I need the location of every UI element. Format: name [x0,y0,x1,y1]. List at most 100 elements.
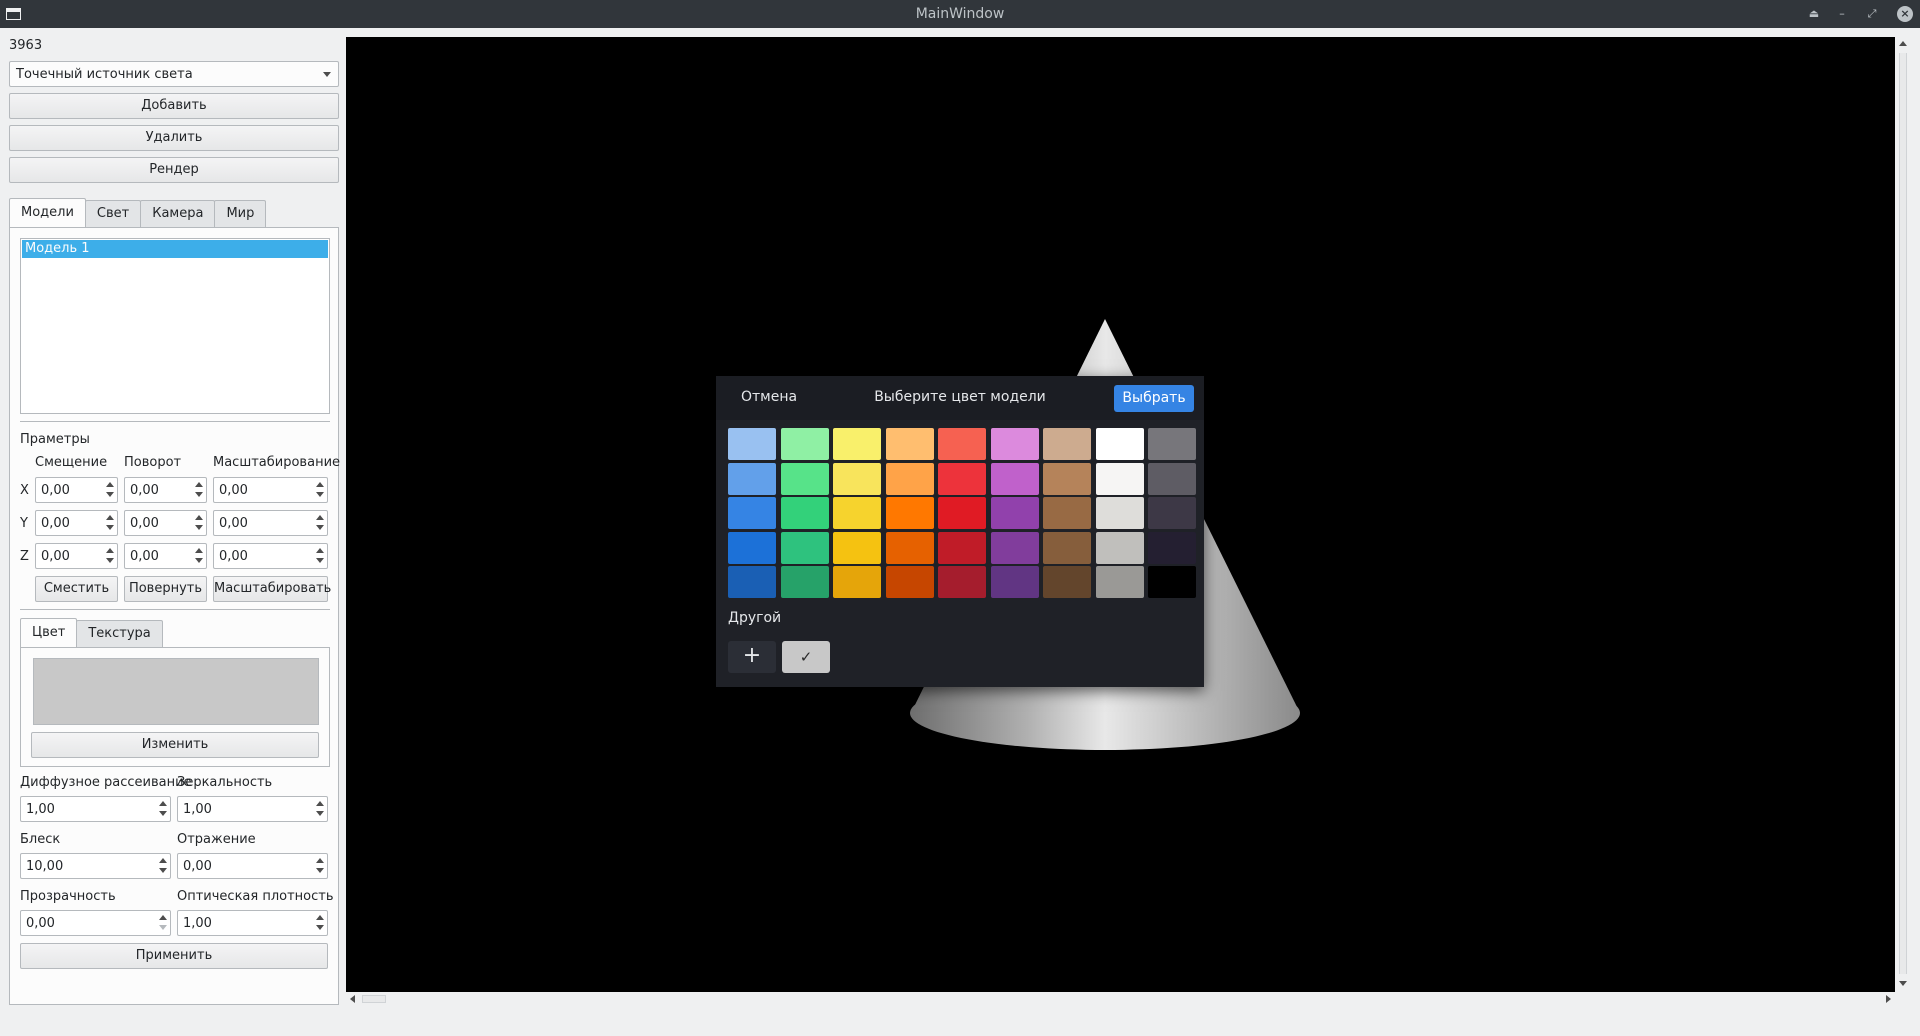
color-swatch[interactable] [885,566,934,598]
color-swatch[interactable] [1095,531,1144,564]
spin-up-icon[interactable] [159,915,167,920]
tab-camera[interactable]: Камера [140,200,216,227]
spin-up-icon[interactable] [316,548,324,553]
color-swatch[interactable] [833,497,881,529]
spin-up-icon[interactable] [106,482,114,487]
scroll-thumb[interactable] [1899,53,1907,974]
spin-down-icon[interactable] [316,558,324,563]
color-swatch[interactable] [728,497,776,529]
color-swatch[interactable] [938,428,986,460]
color-swatch[interactable] [1043,531,1091,564]
color-swatch[interactable] [885,531,934,564]
tab-texture[interactable]: Текстура [76,620,163,647]
color-swatch[interactable] [990,566,1039,598]
spin-up-icon[interactable] [195,548,203,553]
rotate-button[interactable]: Повернуть [124,576,207,602]
scale-y-spinbox[interactable]: 0,00 [213,510,328,536]
render-button[interactable]: Рендер [9,157,339,183]
color-swatch[interactable] [833,566,881,598]
spin-down-icon[interactable] [195,525,203,530]
color-swatch[interactable] [1095,497,1144,529]
color-swatch[interactable] [728,462,776,495]
color-swatch[interactable] [780,462,829,495]
spin-down-icon[interactable] [106,558,114,563]
scale-x-spinbox[interactable]: 0,00 [213,477,328,503]
minimize-icon[interactable]: – [1834,6,1850,22]
spin-up-icon[interactable] [106,515,114,520]
tab-color[interactable]: Цвет [20,618,78,647]
color-swatch[interactable] [1095,566,1144,598]
spin-up-icon[interactable] [195,482,203,487]
spin-up-icon[interactable] [159,858,167,863]
spin-up-icon[interactable] [316,482,324,487]
close-icon[interactable]: × [1897,6,1913,22]
transparency-spinbox[interactable]: 0,00 [20,910,171,936]
add-button[interactable]: Добавить [9,93,339,119]
scroll-right-icon[interactable] [1886,995,1891,1003]
horizontal-scrollbar[interactable] [346,992,1895,1006]
reflection-spinbox[interactable]: 0,00 [177,853,328,879]
move-button[interactable]: Сместить [35,576,118,602]
rotate-x-spinbox[interactable]: 0,00 [124,477,207,503]
color-swatch[interactable] [990,497,1039,529]
density-spinbox[interactable]: 1,00 [177,910,328,936]
color-swatch[interactable] [938,531,986,564]
scale-z-spinbox[interactable]: 0,00 [213,543,328,569]
spin-down-icon[interactable] [106,525,114,530]
color-swatch[interactable] [1148,497,1196,529]
scroll-up-icon[interactable] [1899,41,1907,46]
scale-button[interactable]: Масштабировать [213,576,331,602]
tab-world[interactable]: Мир [214,200,267,227]
color-swatch[interactable] [938,566,986,598]
select-button[interactable]: Выбрать [1114,385,1194,412]
vertical-scrollbar[interactable] [1895,37,1911,992]
offset-z-spinbox[interactable]: 0,00 [35,543,118,569]
color-swatch[interactable] [728,531,776,564]
spin-down-icon[interactable] [316,811,324,816]
color-swatch[interactable] [1043,462,1091,495]
color-swatch[interactable] [938,462,986,495]
checkmark-icon[interactable]: ✓ [782,641,830,673]
scroll-down-icon[interactable] [1899,981,1907,986]
spin-up-icon[interactable] [106,548,114,553]
spin-down-icon[interactable] [159,811,167,816]
spin-up-icon[interactable] [316,515,324,520]
specular-spinbox[interactable]: 1,00 [177,796,328,822]
spin-down-icon[interactable] [316,925,324,930]
spin-down-icon[interactable] [195,492,203,497]
spin-down-icon[interactable] [159,925,167,930]
maximize-icon[interactable]: ⤢ [1864,6,1880,22]
color-swatch[interactable] [1043,497,1091,529]
color-swatch[interactable] [1148,462,1196,495]
models-list[interactable]: Модель 1 [20,238,330,414]
color-swatch[interactable] [1043,428,1091,460]
color-swatch[interactable] [885,462,934,495]
change-color-button[interactable]: Изменить [31,732,319,758]
tab-models[interactable]: Модели [9,198,86,227]
color-swatch[interactable] [780,531,829,564]
offset-y-spinbox[interactable]: 0,00 [35,510,118,536]
list-item[interactable]: Модель 1 [22,240,328,258]
color-swatch[interactable] [780,566,829,598]
plus-icon[interactable]: + [728,641,776,673]
spin-up-icon[interactable] [316,858,324,863]
color-swatch[interactable] [990,428,1039,460]
spin-down-icon[interactable] [106,492,114,497]
color-swatch[interactable] [1095,462,1144,495]
tab-light[interactable]: Свет [84,200,142,227]
color-swatch[interactable] [1095,428,1144,460]
light-type-select[interactable]: Точечный источник света [9,61,339,87]
spin-up-icon[interactable] [195,515,203,520]
color-swatch[interactable] [990,531,1039,564]
spin-down-icon[interactable] [316,868,324,873]
spin-up-icon[interactable] [316,801,324,806]
offset-x-spinbox[interactable]: 0,00 [35,477,118,503]
spin-down-icon[interactable] [316,525,324,530]
spin-up-icon[interactable] [159,801,167,806]
spin-down-icon[interactable] [159,868,167,873]
color-swatch[interactable] [780,497,829,529]
color-swatch[interactable] [1148,531,1196,564]
delete-button[interactable]: Удалить [9,125,339,151]
color-swatch[interactable] [728,428,776,460]
color-swatch[interactable] [833,428,881,460]
